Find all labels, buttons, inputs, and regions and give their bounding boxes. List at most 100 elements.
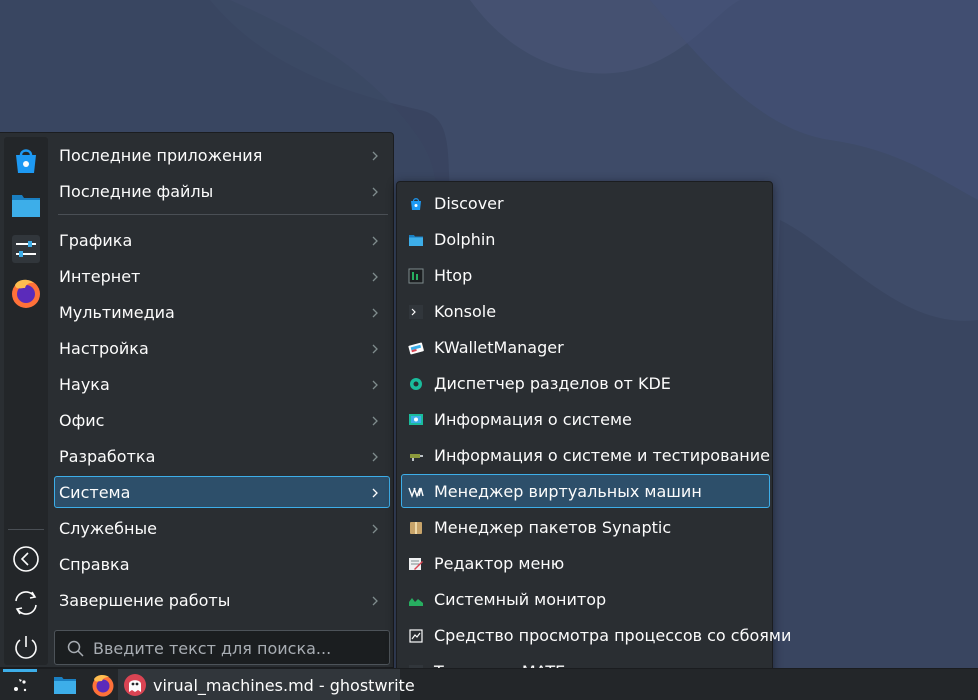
category-label: Мультимедиа <box>59 302 175 322</box>
app-label: Менеджер виртуальных машин <box>434 481 702 501</box>
package-icon <box>410 522 422 534</box>
taskbar-task-ghostwriter[interactable]: virual_machines.md - ghostwrite <box>118 669 415 700</box>
category-label: Интернет <box>59 266 141 286</box>
app-label: Диспетчер разделов от KDE <box>434 373 671 393</box>
category-label: Наука <box>59 374 110 394</box>
category-graphics[interactable]: Графика <box>54 224 390 256</box>
category-recent-files[interactable]: Последние файлы <box>54 175 390 207</box>
category-shutdown[interactable]: Завершение работы <box>54 584 390 616</box>
chevron-right-icon <box>372 524 378 534</box>
system-submenu: Discover Dolphin Htop Konsole KWalletMan… <box>396 181 791 691</box>
chevron-right-icon <box>372 187 378 197</box>
discover-icon[interactable] <box>10 145 42 177</box>
chevron-right-icon <box>372 452 378 462</box>
chevron-right-icon <box>372 236 378 246</box>
category-system[interactable]: Система <box>54 476 390 508</box>
category-recent-apps[interactable]: Последние приложения <box>54 139 390 171</box>
taskbar-panel: virual_machines.md - ghostwrite <box>0 668 978 700</box>
category-development[interactable]: Разработка <box>54 440 390 472</box>
category-utilities[interactable]: Служебные <box>54 512 390 544</box>
launcher-active-indicator <box>3 669 37 672</box>
firefox-icon[interactable] <box>10 277 42 309</box>
app-label: Информация о системе <box>434 409 632 429</box>
search-input[interactable] <box>93 637 383 659</box>
app-label: Системный монитор <box>434 589 607 609</box>
app-label: Dolphin <box>434 229 496 249</box>
app-htop[interactable]: Htop <box>401 258 770 292</box>
app-partition-manager[interactable]: Диспетчер разделов от KDE <box>401 366 770 400</box>
app-label: Информация о системе и тестирование <box>434 445 771 465</box>
sidebar-separator <box>8 529 44 530</box>
category-label: Последние приложения <box>59 145 263 165</box>
task-title: virual_machines.md - ghostwrite <box>153 676 415 695</box>
app-dolphin[interactable]: Dolphin <box>401 222 770 256</box>
category-label: Офис <box>59 410 105 430</box>
htop-icon <box>408 268 424 284</box>
shutdown-icon[interactable] <box>10 631 42 663</box>
category-settings[interactable]: Настройка <box>54 332 390 364</box>
app-label: KWalletManager <box>434 337 564 357</box>
app-hardinfo[interactable]: Информация о системе и тестирование <box>401 438 770 472</box>
app-crash-viewer[interactable]: Средство просмотра процессов со сбоями <box>401 618 791 652</box>
chevron-right-icon <box>372 488 378 498</box>
category-label: Разработка <box>59 446 156 466</box>
dolphin-folder-icon[interactable] <box>10 189 42 221</box>
chevron-right-icon <box>372 308 378 318</box>
category-label: Завершение работы <box>59 590 231 610</box>
category-internet[interactable]: Интернет <box>54 260 390 292</box>
category-separator <box>58 214 388 215</box>
app-label: Htop <box>434 265 473 285</box>
folder-icon[interactable] <box>53 673 77 697</box>
chevron-right-icon <box>372 380 378 390</box>
virt-manager-icon <box>408 487 424 498</box>
search-icon <box>67 640 84 657</box>
app-label: Discover <box>434 193 504 213</box>
application-launcher-menu: Последние приложения Последние файлы Гра… <box>0 132 394 668</box>
app-synaptic[interactable]: Менеджер пакетов Synaptic <box>401 510 770 544</box>
app-system-monitor[interactable]: Системный монитор <box>401 582 770 616</box>
category-science[interactable]: Наука <box>54 368 390 400</box>
app-discover[interactable]: Discover <box>401 186 770 220</box>
restart-icon[interactable] <box>10 587 42 619</box>
category-label: Последние файлы <box>59 181 214 201</box>
crash-viewer-icon <box>409 629 423 643</box>
app-konsole[interactable]: Konsole <box>401 294 770 328</box>
category-office[interactable]: Офис <box>54 404 390 436</box>
category-label: Справка <box>59 554 130 574</box>
app-label: Менеджер пакетов Synaptic <box>434 517 672 537</box>
category-label: Настройка <box>59 338 149 358</box>
category-multimedia[interactable]: Мультимедиа <box>54 296 390 328</box>
app-menu-editor[interactable]: Редактор меню <box>401 546 770 580</box>
chevron-right-icon <box>372 596 378 606</box>
leave-icon[interactable] <box>10 543 42 575</box>
category-help[interactable]: Справка <box>54 548 390 580</box>
firefox-icon[interactable] <box>91 673 115 697</box>
app-label: Konsole <box>434 301 497 321</box>
app-kwalletmanager[interactable]: KWalletManager <box>401 330 770 364</box>
app-launcher-icon[interactable] <box>8 673 32 697</box>
wallet-icon <box>408 342 424 355</box>
ghostwriter-icon <box>124 674 146 696</box>
system-monitor-icon <box>409 598 423 606</box>
hardinfo-icon <box>410 454 423 461</box>
category-label: Система <box>59 482 131 502</box>
menu-editor-icon <box>409 558 423 570</box>
category-label: Служебные <box>59 518 157 538</box>
terminal-icon <box>409 305 423 319</box>
system-info-icon <box>409 414 423 425</box>
app-label: Редактор меню <box>434 553 565 573</box>
app-system-info[interactable]: Информация о системе <box>401 402 770 436</box>
discover-icon <box>411 198 421 210</box>
chevron-right-icon <box>372 344 378 354</box>
chevron-right-icon <box>372 416 378 426</box>
chevron-right-icon <box>372 151 378 161</box>
favorites-sidebar <box>4 137 48 665</box>
folder-icon <box>409 235 423 246</box>
chevron-right-icon <box>372 272 378 282</box>
app-virt-manager[interactable]: Менеджер виртуальных машин <box>401 474 770 508</box>
search-field[interactable] <box>54 630 390 665</box>
system-settings-icon[interactable] <box>10 233 42 265</box>
app-label: Средство просмотра процессов со сбоями <box>434 625 792 645</box>
category-label: Графика <box>59 230 133 250</box>
partition-icon <box>410 378 422 390</box>
